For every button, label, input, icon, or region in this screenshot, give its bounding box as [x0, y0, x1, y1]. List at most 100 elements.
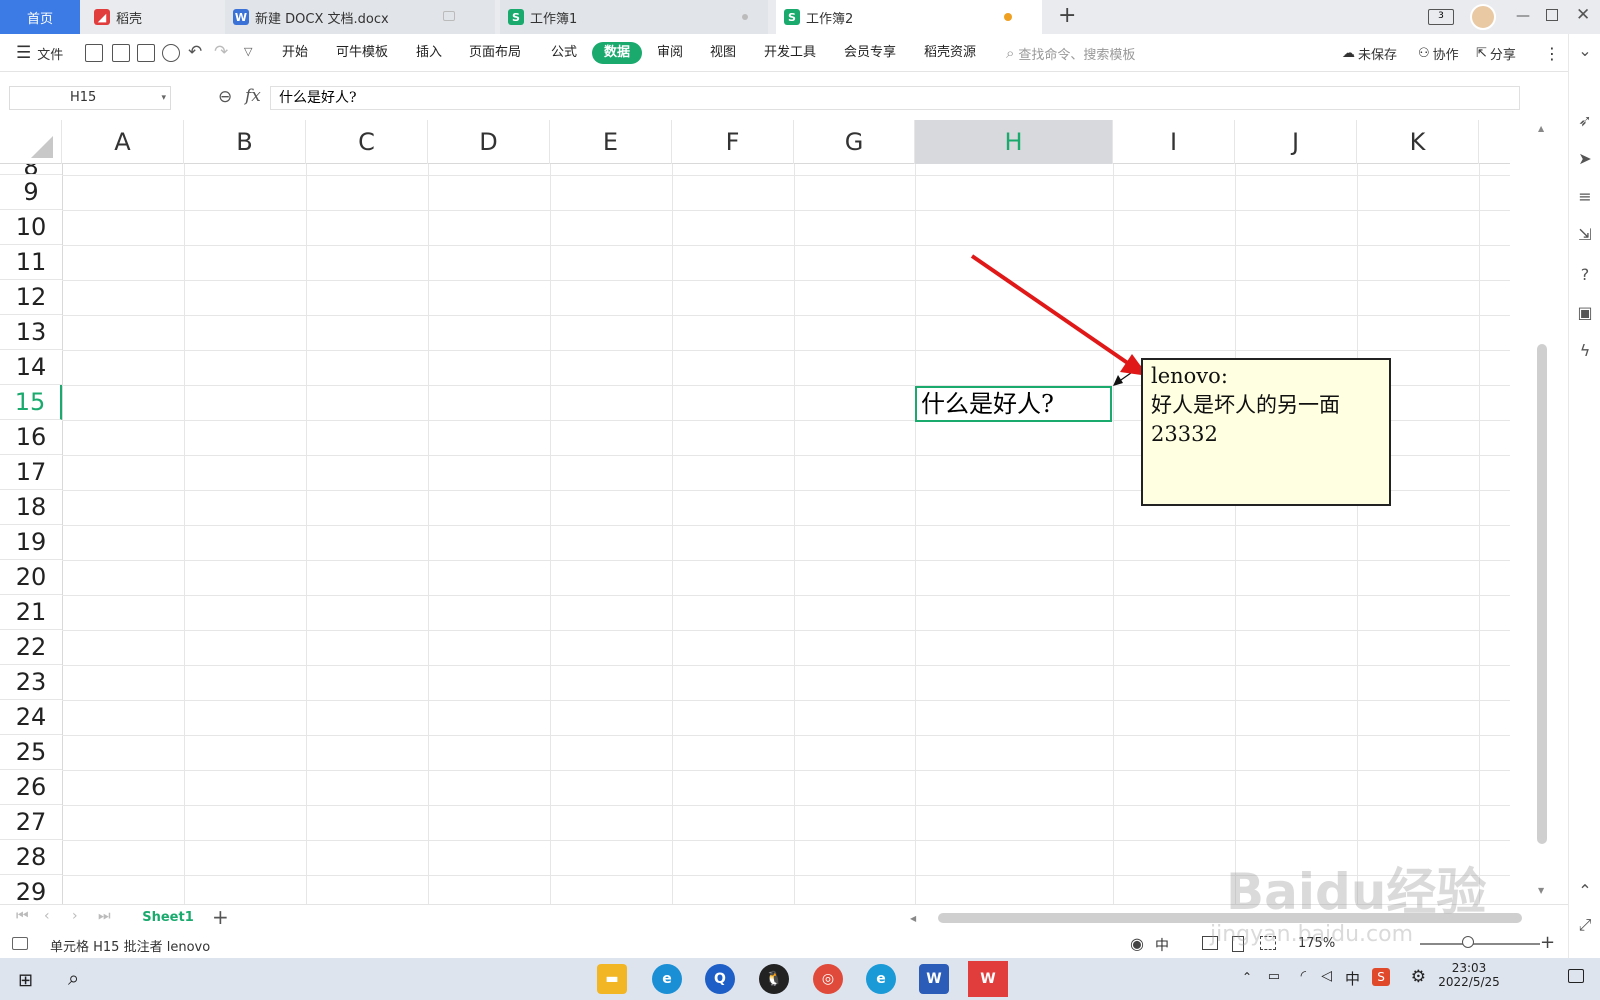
qq-icon[interactable]: 🐧 [759, 964, 789, 994]
save-icon[interactable] [85, 44, 103, 62]
menu-page-layout[interactable]: 页面布局 [469, 42, 521, 64]
scroll-up-icon[interactable]: ▲ [1538, 124, 1544, 133]
redo-icon[interactable]: ↷ [214, 42, 228, 62]
tab-home[interactable]: 首页 [0, 0, 80, 34]
cursor-icon[interactable]: ➤ [1576, 150, 1594, 168]
restore-icon[interactable] [1546, 9, 1558, 21]
tab-workbook1[interactable]: S 工作簿1 [500, 0, 768, 34]
vertical-scroll-thumb[interactable] [1537, 344, 1547, 844]
sheet-tab-sheet1[interactable]: Sheet1 [130, 905, 206, 931]
cell-comment[interactable]: lenovo: 好人是坏人的另一面 23332 [1141, 358, 1391, 506]
windows-start-icon[interactable]: ⊞ [18, 970, 33, 991]
menu-data[interactable]: 数据 [592, 42, 643, 64]
zoom-slider-handle[interactable] [1462, 936, 1474, 948]
menu-developer[interactable]: 开发工具 [764, 42, 816, 64]
next-sheet-icon[interactable]: › [72, 908, 78, 924]
file-menu-label: 文件 [37, 47, 64, 63]
eye-protection-icon[interactable]: ◉ [1130, 934, 1144, 953]
file-menu[interactable]: ☰ 文件 [16, 34, 63, 72]
edge-legacy-icon[interactable]: e [652, 964, 682, 994]
chevron-down-icon[interactable]: ⌄ [1576, 42, 1594, 60]
fullscreen-icon[interactable]: ⤢ [1576, 916, 1594, 934]
menu-home[interactable]: 开始 [282, 42, 308, 64]
lightning-icon[interactable]: ϟ [1576, 342, 1594, 360]
hscroll-left-icon[interactable]: ◀ [910, 914, 924, 924]
edge-icon[interactable]: e [866, 964, 896, 994]
volume-icon[interactable]: ◁ [1321, 968, 1332, 984]
formula-input[interactable]: 什么是好人? [270, 86, 1520, 110]
annotation-arrow-line [970, 254, 1134, 368]
name-box-dropdown-icon[interactable]: ▾ [161, 87, 166, 109]
unsaved-dot-icon [1004, 13, 1012, 21]
add-sheet-icon[interactable]: + [212, 905, 229, 929]
collab-button[interactable]: ⚇ 协作 [1418, 34, 1459, 72]
fx-icon[interactable]: fx [245, 86, 261, 106]
transform-icon[interactable]: ⇲ [1576, 226, 1594, 244]
image-settings-icon[interactable]: ▣ [1576, 304, 1594, 322]
collapse-up-icon[interactable]: ⌃ [1576, 882, 1594, 900]
avatar[interactable] [1470, 4, 1496, 30]
file-explorer-icon[interactable]: ▬ [597, 964, 627, 994]
prev-sheet-icon[interactable]: ‹ [44, 908, 50, 924]
hamburger-icon: ☰ [16, 43, 32, 63]
chrome-icon[interactable]: ◎ [813, 964, 843, 994]
rocket-icon[interactable]: ➶ [1576, 112, 1594, 130]
share-button[interactable]: ⇱ 分享 [1476, 34, 1516, 72]
close-icon[interactable]: ✕ [1576, 5, 1590, 25]
minimize-icon[interactable]: — [1516, 8, 1530, 24]
tab-daoke[interactable]: ◢ 稻壳 [86, 0, 218, 34]
undo-icon[interactable]: ↶ [188, 42, 202, 62]
tray-expand-icon[interactable]: ⌃ [1242, 970, 1252, 984]
formula-bar: H15 ▾ ⊖ fx 什么是好人? [0, 80, 1568, 116]
menu-formula[interactable]: 公式 [551, 42, 577, 64]
new-tab-plus-icon[interactable]: + [1058, 3, 1076, 28]
tab-docx[interactable]: W 新建 DOCX 文档.docx [225, 0, 495, 34]
spreadsheet-grid[interactable]: A B C D E F G H I J K 8 9 10 11 12 [0, 120, 1510, 904]
unsaved-button[interactable]: ☁ 未保存 [1342, 34, 1397, 72]
input-lang-status[interactable]: 中 [1155, 935, 1169, 955]
zoom-in-icon[interactable]: + [1540, 932, 1555, 953]
wps-icon[interactable]: W [968, 961, 1008, 997]
command-search[interactable]: ⌕ 查找命令、搜索模板 [1006, 34, 1135, 72]
menu-insert[interactable]: 插入 [416, 42, 442, 64]
sliders-icon[interactable]: ≡ [1576, 188, 1594, 206]
save-as-icon[interactable] [112, 44, 130, 62]
screen-icon[interactable]: 3 [1428, 9, 1454, 25]
search-icon[interactable]: ⌕ [68, 966, 79, 990]
ime-indicator[interactable]: 中 [1345, 968, 1360, 989]
notification-icon[interactable] [1568, 969, 1584, 983]
print-icon[interactable] [137, 44, 155, 62]
command-search-placeholder: 查找命令、搜索模板 [1018, 47, 1136, 63]
browser-icon[interactable]: Q [705, 964, 735, 994]
zoom-cell-icon[interactable]: ⊖ [218, 87, 232, 107]
sogou-icon[interactable]: S [1372, 968, 1390, 986]
scroll-down-icon[interactable]: ▼ [1538, 886, 1544, 895]
person-icon: ⚇ [1418, 45, 1430, 61]
menu-view[interactable]: 视图 [710, 42, 736, 64]
battery-icon[interactable]: ▭ [1268, 969, 1280, 984]
more-icon[interactable]: ⋮ [1544, 34, 1560, 72]
share-icon: ⇱ [1476, 45, 1487, 61]
settings-gear-icon[interactable]: ⚙ [1411, 967, 1426, 987]
menu-review[interactable]: 审阅 [657, 42, 683, 64]
help-icon[interactable]: ? [1576, 266, 1594, 284]
vertical-scrollbar[interactable]: ▲ ▼ [1535, 124, 1549, 904]
comment-author: lenovo: [1151, 364, 1228, 388]
unsaved-label: 未保存 [1358, 47, 1398, 63]
print-preview-icon[interactable] [162, 44, 180, 62]
tab-daoke-label: 稻壳 [116, 11, 143, 27]
macro-icon[interactable] [12, 937, 28, 950]
menu-member[interactable]: 会员专享 [844, 42, 896, 64]
last-sheet-icon[interactable]: ⏭ [98, 908, 111, 924]
customize-chevron-icon[interactable]: ▽ [244, 45, 252, 58]
cloud-icon: ☁ [1342, 45, 1355, 61]
first-sheet-icon[interactable]: ⏮ [16, 908, 29, 924]
word-icon[interactable]: W [919, 964, 949, 994]
taskbar-clock[interactable]: 23:03 2022/5/25 [1434, 961, 1504, 989]
name-box[interactable]: H15 ▾ [9, 86, 171, 110]
tab-workbook2[interactable]: S 工作簿2 [776, 0, 1042, 34]
zoom-slider[interactable] [1420, 943, 1540, 945]
menu-templates[interactable]: 可牛模板 [336, 42, 388, 64]
menu-daoke-resources[interactable]: 稻壳资源 [924, 42, 976, 64]
wifi-icon[interactable]: ◜ [1301, 968, 1306, 984]
